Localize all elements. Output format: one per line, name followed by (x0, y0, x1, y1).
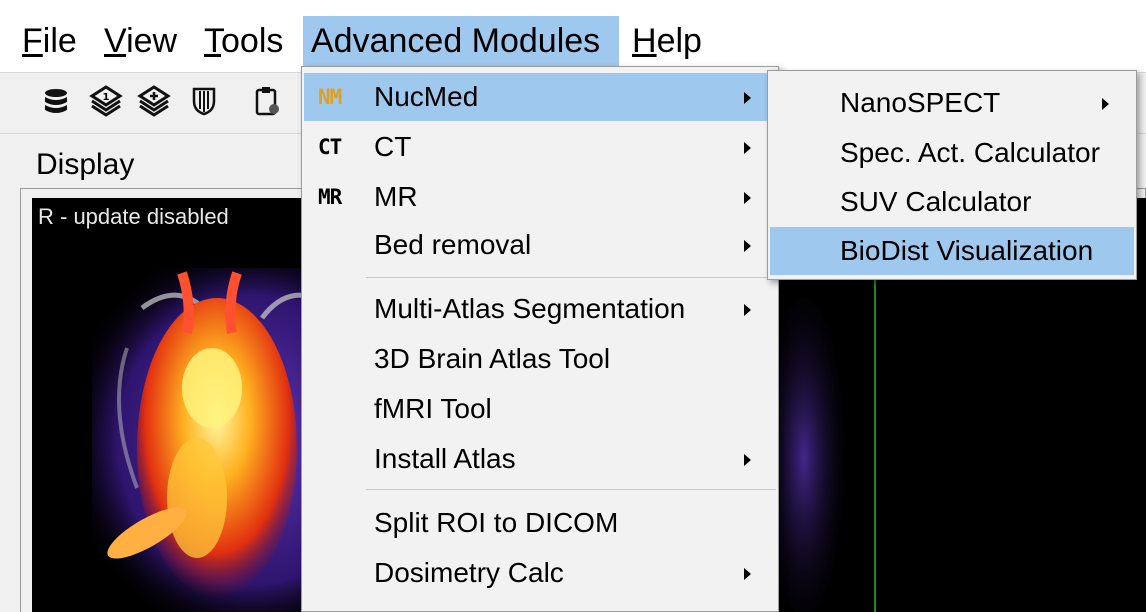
advanced-modules-dropdown: NM NucMed CT CT MR MR Bed removal Multi-… (301, 66, 779, 612)
submenu-arrow-icon (744, 192, 751, 204)
viewport-status-label: R - update disabled (38, 204, 229, 229)
menu-tools-label: ools (221, 22, 284, 60)
submenu-item-suv-calculator[interactable]: SUV Calculator (770, 178, 1134, 226)
menu-separator (366, 277, 776, 278)
submenu-item-label: Spec. Act. Calculator (840, 137, 1100, 168)
submenu-item-label: BioDist Visualization (840, 235, 1094, 266)
menu-file-label: ile (42, 22, 77, 60)
database-stack-icon[interactable] (36, 81, 76, 121)
menu-item-fmri-tool[interactable]: fMRI Tool (304, 385, 776, 433)
menu-item-label: Multi-Atlas Segmentation (374, 293, 686, 324)
menu-item-split-roi-to-dicom[interactable]: Split ROI to DICOM (304, 499, 776, 547)
mr-icon: MR (318, 185, 342, 209)
layers-1-icon[interactable]: 1 (86, 81, 126, 121)
menu-item-label: 3D Brain Atlas Tool (374, 343, 611, 374)
menu-item-dosimetry-calc[interactable]: Dosimetry Calc (304, 549, 776, 597)
submenu-arrow-icon (744, 240, 751, 252)
menu-item-nucmed[interactable]: NM NucMed (304, 73, 776, 121)
menu-item-label: fMRI Tool (374, 393, 492, 424)
menu-tools-mnemonic: T (204, 22, 221, 60)
submenu-item-nanospect[interactable]: NanoSPECT (770, 79, 1134, 127)
menu-help-label: elp (656, 22, 702, 60)
shield-mask-icon[interactable] (184, 81, 224, 121)
submenu-arrow-icon (744, 92, 751, 104)
menu-item-label: CT (374, 131, 412, 162)
menu-separator (366, 489, 776, 490)
submenu-arrow-icon (744, 304, 751, 316)
menu-advanced-modules[interactable]: Advanced Modules (303, 16, 619, 66)
menubar: File View Tools Advanced Modules Help (0, 0, 1146, 72)
ct-icon: CT (318, 135, 342, 159)
menu-item-label: Install Atlas (374, 443, 516, 474)
menu-item-label: MR (374, 181, 418, 212)
menu-item-install-atlas[interactable]: Install Atlas (304, 435, 776, 483)
svg-text:1: 1 (103, 92, 110, 103)
menu-item-label: Bed removal (374, 229, 532, 260)
submenu-item-label: SUV Calculator (840, 186, 1032, 217)
submenu-arrow-icon (1102, 98, 1109, 110)
menu-item-multi-atlas-segmentation[interactable]: Multi-Atlas Segmentation (304, 285, 776, 333)
menu-advanced-modules-label: Advanced Modules (311, 22, 601, 60)
submenu-item-spec-act-calculator[interactable]: Spec. Act. Calculator (770, 129, 1134, 177)
display-group-title: Display (36, 148, 135, 181)
submenu-item-biodist-visualization[interactable]: BioDist Visualization (770, 227, 1134, 275)
menu-item-3d-brain-atlas-tool[interactable]: 3D Brain Atlas Tool (304, 335, 776, 383)
nucmed-submenu: NanoSPECT Spec. Act. Calculator SUV Calc… (767, 70, 1137, 280)
submenu-arrow-icon (744, 454, 751, 466)
menu-view-label: iew (126, 22, 178, 60)
nm-icon: NM (318, 85, 342, 109)
submenu-arrow-icon (744, 568, 751, 580)
menu-file-mnemonic: F (22, 22, 43, 60)
menu-file[interactable]: File (14, 16, 85, 66)
menu-help[interactable]: Help (624, 16, 710, 66)
menu-item-mr[interactable]: MR MR (304, 173, 776, 221)
clipboard-gear-icon[interactable] (248, 81, 288, 121)
layers-add-icon[interactable] (134, 81, 174, 121)
menu-view[interactable]: View (96, 16, 185, 66)
menu-item-label: NucMed (374, 81, 479, 112)
submenu-item-label: NanoSPECT (840, 87, 1001, 118)
menu-tools[interactable]: Tools (196, 16, 291, 66)
menu-item-label: Split ROI to DICOM (374, 507, 619, 538)
submenu-arrow-icon (744, 142, 751, 154)
menu-item-bed-removal[interactable]: Bed removal (304, 221, 776, 269)
menu-help-mnemonic: H (632, 22, 657, 60)
menu-item-label: Dosimetry Calc (374, 557, 564, 588)
menu-item-ct[interactable]: CT CT (304, 123, 776, 171)
menu-view-mnemonic: V (104, 22, 127, 60)
